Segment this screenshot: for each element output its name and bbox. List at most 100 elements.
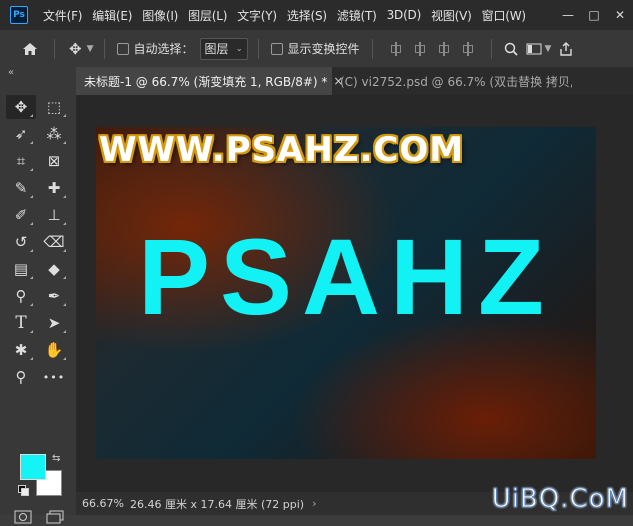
more-tools-icon: ••• bbox=[42, 370, 66, 384]
blur-tool[interactable]: ◆ bbox=[39, 257, 69, 281]
show-transform-checkbox[interactable] bbox=[270, 42, 283, 55]
chevron-down-icon[interactable]: ▼ bbox=[545, 37, 552, 61]
close-button[interactable]: ✕ bbox=[607, 0, 633, 30]
magic-wand-tool[interactable]: ⁂ bbox=[39, 122, 69, 146]
tab-untitled-1[interactable]: 未标题-1 @ 66.7% (渐变填充 1, RGB/8#) * × bbox=[76, 67, 343, 95]
type-icon: T bbox=[15, 313, 27, 333]
eyedropper-tool[interactable]: ✎ bbox=[6, 176, 36, 200]
auto-select-label: 自动选择： bbox=[133, 42, 194, 56]
clone-stamp-tool[interactable]: ⊥ bbox=[39, 203, 69, 227]
maximize-button[interactable]: □ bbox=[581, 0, 607, 30]
zoom-level[interactable]: 66.67% bbox=[76, 497, 124, 510]
path-select-icon: ➤ bbox=[47, 314, 61, 332]
brush-tool[interactable]: ✐ bbox=[6, 203, 36, 227]
document-canvas[interactable]: WWW.PSAHZ.COM PSAHZ bbox=[96, 127, 596, 459]
menu-type[interactable]: 文字(Y) bbox=[232, 7, 282, 24]
dodge-tool[interactable]: ⚲ bbox=[6, 284, 36, 308]
layer-select-dropdown[interactable]: 图层 ⌄ bbox=[199, 37, 248, 60]
document-info: 26.46 厘米 x 17.64 厘米 (72 ppi) bbox=[130, 497, 305, 511]
home-icon[interactable] bbox=[22, 37, 38, 61]
photoshop-logo-icon[interactable]: Ps bbox=[10, 6, 28, 24]
eraser-tool[interactable]: ⌫ bbox=[39, 230, 69, 254]
lasso-tool[interactable]: ➶ bbox=[6, 122, 36, 146]
pen-icon: ✒ bbox=[47, 287, 61, 305]
search-icon[interactable] bbox=[504, 37, 518, 61]
align-right-icon[interactable] bbox=[437, 41, 451, 56]
layer-select-value: 图层 bbox=[204, 42, 229, 56]
site-watermark: UiBQ.CoM bbox=[491, 484, 629, 515]
rect-marquee-icon: ⬚ bbox=[46, 98, 62, 116]
history-brush-tool[interactable]: ↺ bbox=[6, 230, 36, 254]
magic-wand-icon: ⁂ bbox=[46, 125, 62, 143]
tool-grid: ✥ ⬚ ➶ ⁂ ⌗ ⊠ ✎ ✚ ✐ ⊥ ↺ ⌫ ▤ ◆ ⚲ ✒ T ➤ ✱ ✋ … bbox=[6, 95, 72, 389]
blur-icon: ◆ bbox=[48, 260, 60, 278]
workspace-icon[interactable] bbox=[526, 37, 542, 61]
auto-select-checkbox[interactable] bbox=[116, 42, 129, 55]
zoom-tool[interactable]: ⚲ bbox=[6, 365, 36, 389]
menu-file[interactable]: 文件(F) bbox=[38, 7, 87, 24]
healing-brush-tool[interactable]: ✚ bbox=[39, 176, 69, 200]
show-transform-label: 显示变换控件 bbox=[287, 42, 360, 56]
divider bbox=[103, 38, 105, 59]
align-center-icon[interactable] bbox=[413, 41, 427, 56]
type-tool[interactable]: T bbox=[6, 311, 36, 335]
screen-mode-icon[interactable] bbox=[44, 508, 66, 526]
swap-colors-icon[interactable]: ⇆ bbox=[52, 453, 60, 464]
chevron-down-icon: ⌄ bbox=[235, 44, 243, 53]
tab-label: (C) vi2752.psd @ 66.7% (双击替换 拷贝,... bbox=[340, 74, 572, 89]
chevron-down-icon[interactable]: ▼ bbox=[87, 37, 94, 61]
edit-toolbar-button[interactable]: ••• bbox=[39, 365, 69, 389]
align-left-icon[interactable] bbox=[389, 41, 403, 56]
healing-brush-icon: ✚ bbox=[47, 179, 61, 197]
gradient-icon: ▤ bbox=[13, 260, 29, 278]
dodge-icon: ⚲ bbox=[15, 287, 27, 305]
menu-layer[interactable]: 图层(L) bbox=[183, 7, 232, 24]
path-select-tool[interactable]: ➤ bbox=[39, 311, 69, 335]
tab-vi2752[interactable]: (C) vi2752.psd @ 66.7% (双击替换 拷贝,... bbox=[332, 67, 572, 95]
menu-window[interactable]: 窗口(W) bbox=[477, 7, 531, 24]
menu-select[interactable]: 选择(S) bbox=[282, 7, 332, 24]
tab-label: 未标题-1 @ 66.7% (渐变填充 1, RGB/8#) * bbox=[84, 74, 328, 89]
clone-stamp-icon: ⊥ bbox=[47, 206, 61, 224]
share-icon[interactable] bbox=[559, 37, 573, 61]
mode-buttons bbox=[12, 508, 66, 526]
quick-mask-icon[interactable] bbox=[12, 508, 34, 526]
foreground-color-swatch[interactable] bbox=[20, 454, 46, 480]
menu-view[interactable]: 视图(V) bbox=[426, 7, 477, 24]
menu-bar: Ps 文件(F) 编辑(E) 图像(I) 图层(L) 文字(Y) 选择(S) 滤… bbox=[0, 0, 633, 30]
lasso-icon: ➶ bbox=[14, 125, 28, 143]
align-buttons bbox=[389, 41, 475, 56]
divider bbox=[490, 38, 492, 59]
history-brush-icon: ↺ bbox=[14, 233, 28, 251]
gradient-tool[interactable]: ▤ bbox=[6, 257, 36, 281]
move-tool[interactable]: ✥ bbox=[6, 95, 36, 119]
status-menu-arrow-icon[interactable]: › bbox=[312, 497, 316, 510]
options-bar: ✥ ▼ 自动选择： 图层 ⌄ 显示变换控件 ▼ bbox=[0, 30, 633, 68]
eraser-icon: ⌫ bbox=[43, 233, 65, 251]
canvas-small-text: WWW.PSAHZ.COM bbox=[99, 130, 465, 170]
move-tool-preset-icon[interactable]: ✥ bbox=[69, 37, 82, 61]
window-controls: — □ ✕ bbox=[555, 0, 633, 30]
divider bbox=[371, 38, 373, 59]
crop-tool[interactable]: ⌗ bbox=[6, 149, 36, 173]
frame-icon: ⊠ bbox=[47, 152, 61, 170]
default-colors-icon[interactable] bbox=[18, 485, 29, 496]
minimize-button[interactable]: — bbox=[555, 0, 581, 30]
zoom-icon: ⚲ bbox=[15, 368, 27, 386]
collapse-panel-icon[interactable]: « bbox=[8, 67, 14, 78]
tools-panel: « ✥ ⬚ ➶ ⁂ ⌗ ⊠ ✎ ✚ ✐ ⊥ ↺ ⌫ ▤ ◆ ⚲ ✒ T ➤ ✱ … bbox=[0, 67, 77, 524]
menu-image[interactable]: 图像(I) bbox=[137, 7, 183, 24]
crop-icon: ⌗ bbox=[16, 152, 26, 170]
document-tabs: 未标题-1 @ 66.7% (渐变填充 1, RGB/8#) * × (C) v… bbox=[76, 67, 633, 95]
custom-shape-icon: ✱ bbox=[14, 341, 28, 359]
distribute-icon[interactable] bbox=[461, 41, 475, 56]
menu-filter[interactable]: 滤镜(T) bbox=[332, 7, 382, 24]
custom-shape-tool[interactable]: ✱ bbox=[6, 338, 36, 362]
hand-tool[interactable]: ✋ bbox=[39, 338, 69, 362]
menu-3d[interactable]: 3D(D) bbox=[382, 8, 426, 22]
document-workspace[interactable]: WWW.PSAHZ.COM PSAHZ bbox=[77, 95, 633, 492]
pen-tool[interactable]: ✒ bbox=[39, 284, 69, 308]
menu-edit[interactable]: 编辑(E) bbox=[87, 7, 137, 24]
marquee-tool[interactable]: ⬚ bbox=[39, 95, 69, 119]
frame-tool[interactable]: ⊠ bbox=[39, 149, 69, 173]
